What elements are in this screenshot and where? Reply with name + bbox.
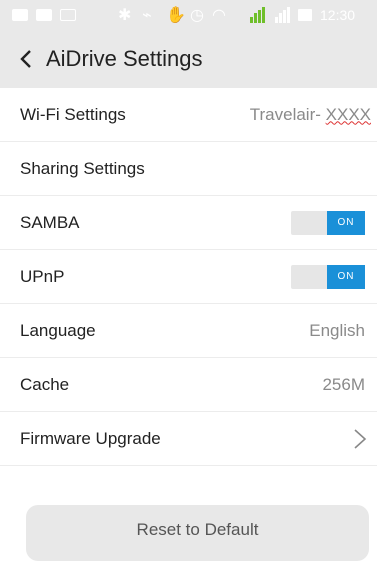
chevron-right-icon <box>354 428 367 449</box>
upnp-row: UPnP ON <box>0 250 377 304</box>
battery-icon <box>298 9 312 21</box>
wifi-ssid-value: Travelair- XXXX <box>250 105 371 125</box>
page-title: AiDrive Settings <box>46 46 203 71</box>
language-label: Language <box>20 320 96 340</box>
notification-icon <box>12 9 28 21</box>
mail-icon <box>60 9 76 21</box>
wifi-ssid-prefix: Travelair- <box>249 104 326 124</box>
samba-row: SAMBA ON <box>0 196 377 250</box>
reset-to-default-label: Reset to Default <box>136 520 259 539</box>
cache-label: Cache <box>20 374 70 394</box>
nfc-icon: ⌁ <box>142 5 152 24</box>
cell-signal-2-icon <box>275 7 290 23</box>
sharing-settings-label: Sharing Settings <box>20 158 145 178</box>
upnp-toggle[interactable]: ON <box>291 264 365 289</box>
cell-signal-icon <box>250 7 265 23</box>
chevron-left-icon <box>20 50 31 68</box>
wifi-settings-label: Wi-Fi Settings <box>20 104 126 124</box>
upnp-toggle-on: ON <box>327 264 365 289</box>
samba-toggle[interactable]: ON <box>291 210 365 235</box>
firmware-upgrade-label: Firmware Upgrade <box>20 428 161 448</box>
status-bar: ✱ ⌁ ✋ ◷ ◠ 12:30 <box>0 0 377 30</box>
toolbar: AiDrive Settings <box>0 30 377 88</box>
samba-label: SAMBA <box>20 212 80 232</box>
language-value: English <box>309 320 365 340</box>
alarm-icon: ◷ <box>190 5 204 24</box>
language-row[interactable]: Language English <box>0 304 377 358</box>
wifi-icon: ◠ <box>212 5 226 24</box>
firmware-upgrade-row[interactable]: Firmware Upgrade <box>0 412 377 466</box>
settings-list: Wi-Fi Settings Travelair- XXXX Sharing S… <box>0 88 377 466</box>
cache-row[interactable]: Cache 256M <box>0 358 377 412</box>
back-button[interactable] <box>6 30 46 88</box>
reset-to-default-button[interactable]: Reset to Default <box>26 505 369 561</box>
wifi-settings-row[interactable]: Wi-Fi Settings Travelair- XXXX <box>0 88 377 142</box>
bluetooth-icon: ✱ <box>118 5 132 24</box>
wifi-ssid-suffix: XXXX <box>325 104 371 124</box>
message-icon <box>36 9 52 21</box>
samba-toggle-on: ON <box>327 210 365 235</box>
touch-icon: ✋ <box>166 5 186 24</box>
cache-value: 256M <box>322 374 365 394</box>
upnp-label: UPnP <box>20 266 65 286</box>
status-time: 12:30 <box>320 7 356 23</box>
sharing-settings-row[interactable]: Sharing Settings <box>0 142 377 196</box>
